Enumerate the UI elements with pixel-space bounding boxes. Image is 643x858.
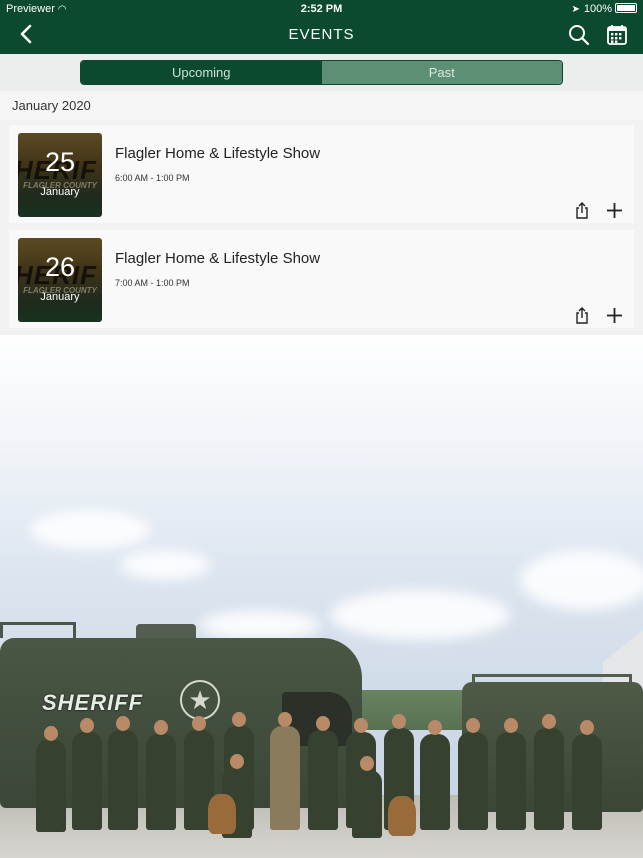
event-thumbnail: HERIF FLAGLER COUNTY 25 January	[18, 133, 102, 217]
background-team-photo: SHERIFF ★	[0, 330, 643, 858]
segmented-control: Upcoming Past	[80, 60, 563, 85]
event-month: January	[40, 291, 80, 303]
event-day: 26	[44, 252, 76, 282]
section-header: January 2020	[0, 91, 643, 120]
search-icon[interactable]	[568, 24, 590, 46]
event-title: Flagler Home & Lifestyle Show	[115, 145, 321, 162]
event-time: 7:00 AM - 1:00 PM	[115, 278, 190, 288]
status-bar: Previewer ◠ 2:52 PM ➤ 100%	[0, 0, 643, 18]
event-time: 6:00 AM - 1:00 PM	[115, 173, 190, 183]
add-icon[interactable]	[606, 307, 623, 324]
add-icon[interactable]	[606, 202, 623, 219]
calendar-icon[interactable]	[606, 24, 628, 46]
segment-past[interactable]: Past	[321, 61, 562, 84]
share-icon[interactable]	[574, 307, 590, 325]
battery-icon	[615, 3, 637, 13]
page-title: EVENTS	[288, 26, 355, 43]
event-card[interactable]: HERIF FLAGLER COUNTY 25 January Flagler …	[9, 125, 634, 223]
event-month: January	[40, 186, 80, 198]
battery-label: 100%	[583, 3, 612, 15]
status-time: 2:52 PM	[300, 3, 343, 15]
share-icon[interactable]	[574, 202, 590, 220]
event-title: Flagler Home & Lifestyle Show	[115, 250, 321, 267]
segment-bar: Upcoming Past	[0, 54, 643, 91]
sheriff-star-icon: ★	[180, 680, 220, 720]
top-bar: Previewer ◠ 2:52 PM ➤ 100% EVENTS	[0, 0, 643, 54]
event-card[interactable]: HERIF FLAGLER COUNTY 26 January Flagler …	[9, 230, 634, 328]
segment-upcoming[interactable]: Upcoming	[81, 61, 322, 84]
event-thumbnail: HERIF FLAGLER COUNTY 26 January	[18, 238, 102, 322]
location-icon: ➤	[571, 4, 580, 15]
event-day: 25	[44, 147, 76, 177]
truck-sheriff-text: SHERIFF	[42, 690, 144, 715]
